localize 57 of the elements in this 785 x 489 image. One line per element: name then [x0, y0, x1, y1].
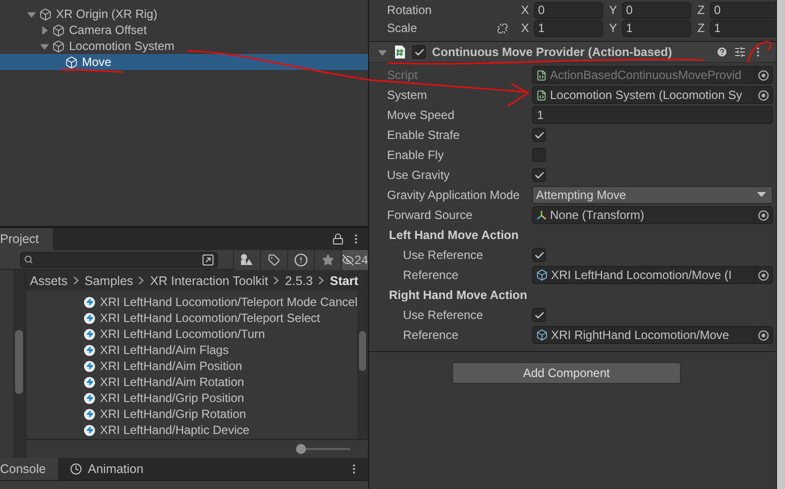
property-label: Reference	[403, 268, 460, 282]
group-heading: Right Hand Move Action	[388, 288, 528, 302]
number-field[interactable]: 0	[710, 2, 779, 18]
axis-label: Z	[696, 21, 706, 35]
property-label: Gravity Application Mode	[387, 188, 521, 202]
axis-label: Y	[608, 3, 618, 17]
asset-item[interactable]: XRI LeftHand/Haptic Device	[26, 422, 358, 438]
hierarchy-item[interactable]: XR Origin (XR Rig)	[0, 6, 368, 22]
asset-item[interactable]: XRI LeftHand/Aim Rotation	[26, 374, 358, 390]
axis-label: X	[520, 3, 530, 17]
number-field[interactable]: 1	[532, 106, 773, 124]
number-field[interactable]: 0	[534, 2, 603, 18]
breadcrumb-link[interactable]: 2.5.3	[285, 274, 313, 288]
axis-label: X	[520, 21, 530, 35]
object-field[interactable]: XRI LeftHand Locomotion/Move (I	[532, 266, 773, 284]
component-title: Continuous Move Provider (Action-based)	[432, 45, 674, 59]
hierarchy-item[interactable]: Move	[0, 54, 368, 70]
breadcrumb-link[interactable]: Assets	[30, 274, 68, 288]
axis-label: Y	[608, 21, 618, 35]
property-label: Enable Fly	[387, 148, 445, 162]
asset-item[interactable]: XRI LeftHand Locomotion/Turn	[26, 326, 358, 342]
hierarchy-item[interactable]: Camera Offset	[0, 22, 368, 38]
asset-item[interactable]: XRI LeftHand/Grip Rotation	[26, 406, 358, 422]
property-label: Forward Source	[387, 208, 474, 222]
object-field[interactable]: None (Transform)	[532, 206, 773, 224]
add-component-button[interactable]: Add Component	[452, 362, 681, 384]
asset-item[interactable]: XRI LeftHand/Grip Position	[26, 390, 358, 406]
property-label: Scale	[387, 21, 418, 35]
property-label: Move Speed	[387, 108, 456, 122]
asset-item[interactable]: XRI LeftHand/Aim Position	[26, 358, 358, 374]
property-label: Use Reference	[403, 308, 484, 322]
property-label: Use Reference	[403, 248, 484, 262]
project-tab[interactable]: Project	[0, 228, 53, 250]
panel-tab[interactable]: Console	[0, 458, 58, 480]
dropdown[interactable]: Attempting Move	[532, 186, 773, 204]
asset-item[interactable]: XRI LeftHand Locomotion/Teleport Mode Cancel	[26, 294, 358, 310]
hierarchy-item[interactable]: Locomotion System	[0, 38, 368, 54]
hidden-packages-button[interactable]: 24	[340, 250, 368, 270]
breadcrumb-link[interactable]: Start	[330, 274, 358, 288]
number-field[interactable]: 1	[534, 20, 603, 36]
object-field[interactable]: Locomotion System (Locomotion Sy	[532, 86, 773, 104]
property-label: Use Gravity	[387, 168, 451, 182]
property-label: Reference	[403, 328, 460, 342]
number-field[interactable]: 1	[710, 20, 779, 36]
property-label: Rotation	[387, 3, 433, 17]
asset-item[interactable]: XRI LeftHand Locomotion/Teleport Select	[26, 310, 358, 326]
property-label: System	[387, 88, 428, 102]
object-field[interactable]: XRI RightHand Locomotion/Move	[532, 326, 773, 344]
group-heading: Left Hand Move Action	[388, 228, 519, 242]
property-label: Enable Strafe	[387, 128, 461, 142]
asset-item[interactable]: XRI LeftHand/Aim Flags	[26, 342, 358, 358]
property-label: Script	[387, 68, 419, 82]
breadcrumb-link[interactable]: XR Interaction Toolkit	[150, 274, 268, 288]
axis-label: Z	[696, 3, 706, 17]
breadcrumb-link[interactable]: Samples	[84, 274, 134, 288]
number-field[interactable]: 1	[622, 20, 691, 36]
number-field[interactable]: 0	[622, 2, 691, 18]
